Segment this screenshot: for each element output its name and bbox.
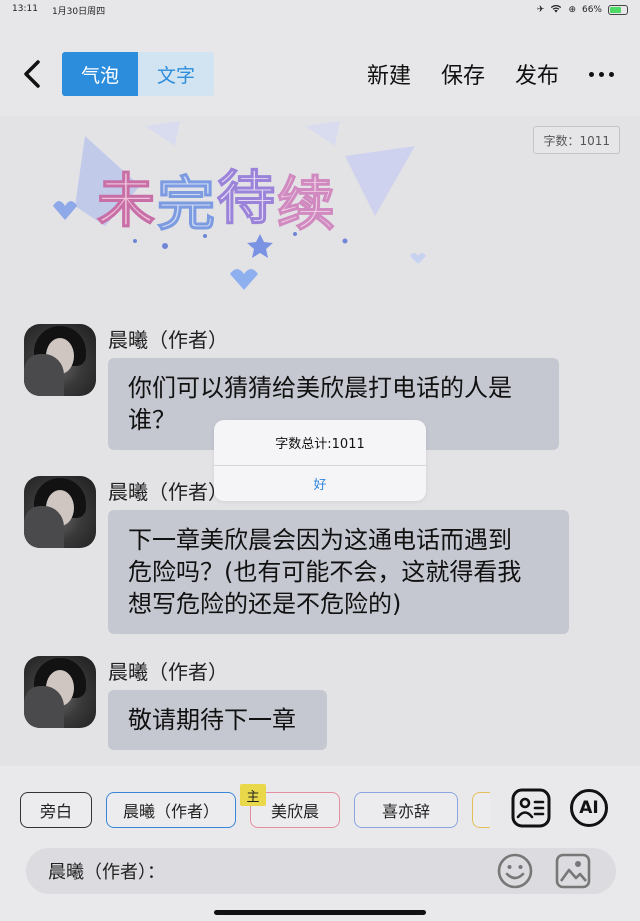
svg-text:待: 待 (217, 164, 275, 232)
input-speaker: 晨曦（作者）： (48, 862, 165, 883)
svg-text:未: 未 (97, 167, 155, 235)
word-count-badge: 字数：1011 (533, 126, 620, 154)
alert-ok-button[interactable]: 好 (214, 466, 426, 501)
ai-button[interactable]: AI (569, 788, 609, 828)
svg-text:完: 完 (157, 170, 215, 238)
message-line: 你们可以猜猜给美欣晨打电话的人是 (128, 374, 512, 402)
smiley-icon (497, 853, 533, 889)
word-count-alert: 字数总计:1011 好 (214, 420, 426, 501)
image-icon (555, 853, 591, 889)
wifi-icon (550, 4, 562, 16)
message-line: 敬请期待下一章 (128, 706, 296, 734)
top-nav: 气泡 文字 新建 保存 发布 (0, 44, 640, 104)
battery-percent: 66% (581, 5, 602, 15)
sender-name: 晨曦（作者） (108, 328, 228, 352)
lock-rotation-icon: ⊕ (568, 5, 576, 15)
sender-name: 晨曦（作者） (108, 480, 228, 504)
status-date: 1月30日周四 (51, 6, 106, 17)
message-line: 想写危险的还是不危险的) (128, 590, 402, 618)
tab-text[interactable]: 文字 (138, 52, 214, 96)
avatar[interactable] (24, 476, 96, 548)
nav-actions: 新建 保存 发布 (367, 52, 614, 96)
message-line: 危险吗？(也有可能不会，这就得看我 (128, 558, 522, 586)
tab-bubble[interactable]: 气泡 (62, 52, 138, 96)
message-input[interactable]: 晨曦（作者）： (26, 848, 616, 894)
sender-name: 晨曦（作者） (108, 660, 228, 684)
role-chip[interactable]: 晨曦（作者） (106, 792, 236, 828)
message-bubble[interactable]: 下一章美欣晨会因为这通电话而遇到 危险吗？(也有可能不会，这就得看我 想写危险的… (108, 510, 569, 634)
avatar[interactable] (24, 656, 96, 728)
home-indicator[interactable] (214, 910, 426, 915)
airplane-icon: ✈ (536, 5, 545, 15)
role-chip[interactable]: 喜亦辞 (354, 792, 458, 828)
svg-text:续: 续 (277, 170, 335, 238)
main-role-badge: 主 (240, 784, 266, 806)
new-button[interactable]: 新建 (367, 58, 411, 90)
ai-label: AI (579, 798, 599, 818)
back-button[interactable] (18, 54, 48, 94)
save-button[interactable]: 保存 (441, 58, 485, 90)
story-cover-logo: 未 完 待 续 (53, 121, 426, 290)
message-bubble[interactable]: 敬请期待下一章 (108, 690, 327, 750)
alert-title: 字数总计:1011 (214, 420, 426, 466)
role-chip[interactable]: 旁白 (20, 792, 92, 828)
bottom-toolbar: 旁白 晨曦（作者） 美欣晨 喜亦辞 皓 主 AI 晨曦（作者）： (0, 766, 640, 921)
message-line: 下一章美欣晨会因为这通电话而遇到 (128, 526, 512, 554)
battery-fill (610, 7, 621, 13)
battery-icon (608, 5, 628, 15)
contact-card-icon (511, 788, 551, 828)
emoji-button[interactable] (496, 852, 534, 890)
message-item[interactable]: 晨曦（作者） 敬请期待下一章 (24, 656, 584, 756)
role-chip[interactable]: 皓 (472, 792, 490, 828)
role-manage-button[interactable] (511, 788, 551, 828)
status-time: 13:11 (12, 3, 38, 14)
image-button[interactable] (554, 852, 592, 890)
chevron-left-icon (24, 60, 40, 88)
status-bar: 13:11 1月30日周四 ✈ ⊕ 66% (0, 0, 640, 20)
publish-button[interactable]: 发布 (515, 58, 559, 90)
mode-switch: 气泡 文字 (62, 52, 214, 96)
avatar[interactable] (24, 324, 96, 396)
more-icon[interactable] (589, 71, 614, 77)
